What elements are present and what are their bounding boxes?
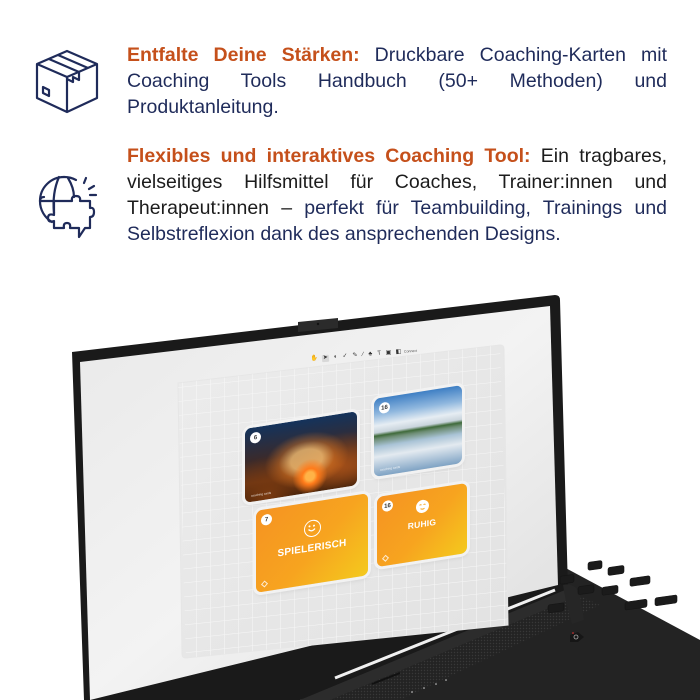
card-icon[interactable]: ◧ (395, 348, 401, 354)
photo-card-lake[interactable]: 16 coaching cards (374, 385, 462, 477)
stamp-icon[interactable]: ♣ (368, 351, 372, 357)
sticky-note-icon[interactable]: ▣ (385, 349, 391, 355)
card-number-badge: 7 (261, 513, 272, 527)
smiley-icon (303, 518, 321, 539)
emotion-card-ruhig[interactable]: 16 RUHIG (377, 482, 467, 568)
shape-icon[interactable]: ◐ (334, 354, 338, 360)
text-icon[interactable]: T (377, 350, 381, 356)
line-icon[interactable]: ∕ (362, 351, 363, 357)
pen-icon[interactable]: ✎ (352, 352, 357, 358)
card-title: SPIELERISCH (277, 537, 347, 560)
card-number-badge: 16 (379, 401, 390, 415)
card-title: RUHIG (407, 516, 437, 532)
diamond-icon (260, 580, 269, 588)
card-number-badge: 6 (250, 431, 261, 445)
card-number-badge: 16 (382, 499, 393, 513)
calm-face-icon (415, 498, 429, 515)
card-brand-logo: coaching cards (251, 490, 272, 498)
diamond-icon (381, 554, 390, 562)
laptop-mockup: ✋ ➤ ◐ ✓ ✎ ∕ ♣ T ▣ ◧ Connect 6 coaching c… (0, 0, 700, 700)
check-icon[interactable]: ✓ (342, 353, 347, 359)
hand-icon[interactable]: ✋ (310, 355, 318, 362)
pointer-icon[interactable]: ➤ (321, 354, 330, 362)
card-brand-logo: coaching cards (380, 464, 401, 473)
